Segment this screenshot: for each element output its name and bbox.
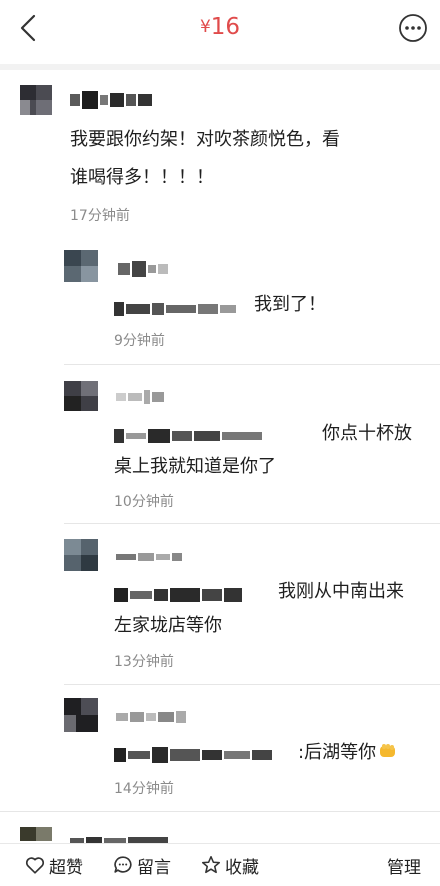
comment-text-line1: 我要跟你约架！对吹茶颜悦色，看: [70, 129, 340, 150]
divider: [0, 811, 440, 812]
username-blurred[interactable]: [116, 546, 184, 565]
divider: [64, 523, 440, 524]
price-amount: 16: [210, 14, 241, 40]
username-blurred[interactable]: [116, 706, 188, 725]
reply-text-line1: :后湖等你: [298, 737, 398, 769]
header-separator: [0, 64, 440, 70]
reply-to-blurred: [114, 584, 244, 603]
avatar[interactable]: [64, 698, 98, 732]
avatar[interactable]: [64, 381, 98, 411]
star-icon: [201, 855, 221, 874]
like-label: 超赞: [49, 857, 83, 878]
comment-label: 留言: [137, 857, 171, 878]
reply-text-line2: 左家垅店等你: [114, 615, 222, 636]
more-dots-icon: [399, 14, 427, 42]
favorite-button[interactable]: 收藏: [200, 852, 259, 878]
favorite-label: 收藏: [225, 857, 259, 878]
divider: [64, 364, 440, 365]
username-blurred[interactable]: [70, 89, 154, 109]
currency-symbol: ¥: [199, 17, 211, 37]
reply-text-line1: 你点十杯放: [322, 423, 412, 444]
reply-text: :后湖等你: [298, 742, 377, 763]
bottom-bar: 超赞 留言 收藏 管理: [0, 843, 440, 886]
reply-to-blurred: [114, 298, 238, 317]
top-bar: ¥16: [0, 0, 440, 58]
avatar[interactable]: [20, 85, 52, 115]
avatar[interactable]: [64, 539, 98, 571]
comment-text-line2: 谁喝得多！！！！: [70, 167, 214, 188]
reply-to-blurred: [114, 744, 274, 763]
reply-timestamp: 14分钟前: [114, 781, 174, 797]
reply-timestamp: 9分钟前: [114, 333, 165, 349]
manage-label: 管理: [387, 857, 421, 878]
avatar[interactable]: [20, 827, 52, 841]
heart-icon: [25, 857, 45, 874]
price-label: ¥16: [0, 14, 440, 40]
like-button[interactable]: 超赞: [24, 852, 83, 878]
reply-to-blurred: [114, 425, 264, 444]
reply-text-line1: 我刚从中南出来: [278, 581, 404, 602]
comment-timestamp: 17分钟前: [70, 208, 130, 224]
comment-button[interactable]: 留言: [112, 852, 171, 878]
more-button[interactable]: [398, 13, 428, 43]
chat-bubble-icon: [114, 856, 132, 873]
reply-timestamp: 13分钟前: [114, 654, 174, 670]
divider: [64, 684, 440, 685]
manage-button[interactable]: 管理: [387, 852, 421, 878]
reply-text-line1: 我到了！: [254, 294, 326, 315]
avatar[interactable]: [64, 250, 98, 282]
reply-text-line2: 桌上我就知道是你了: [114, 456, 276, 477]
fist-emoji-icon: [380, 744, 396, 757]
username-blurred[interactable]: [118, 258, 170, 277]
reply-timestamp: 10分钟前: [114, 494, 174, 510]
username-blurred[interactable]: [116, 386, 166, 405]
